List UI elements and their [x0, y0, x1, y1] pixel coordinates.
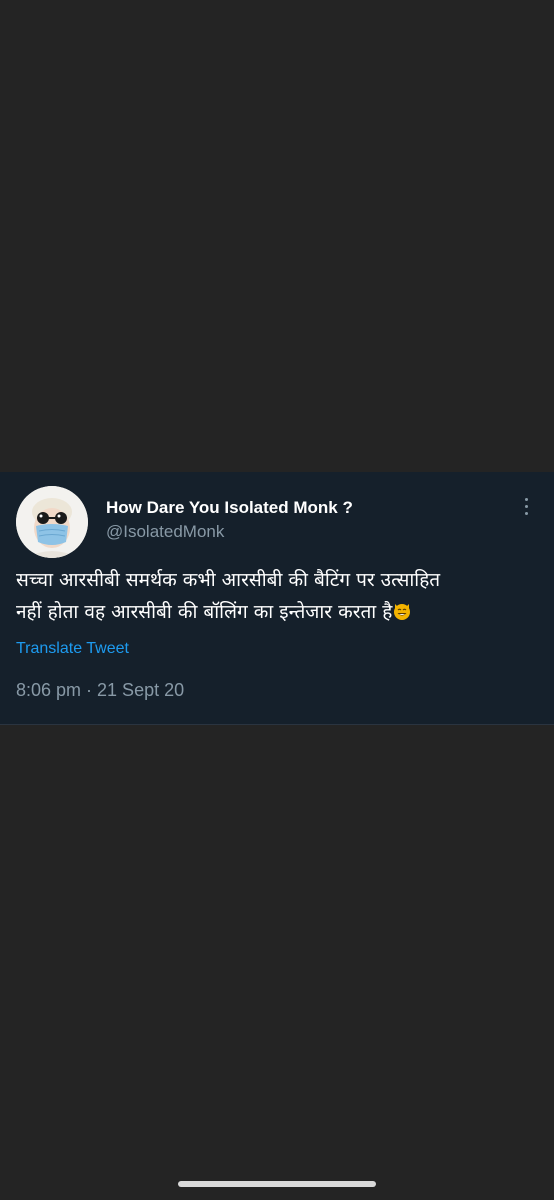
translate-tweet-link[interactable]: Translate Tweet	[16, 640, 129, 658]
user-handle[interactable]: @IsolatedMonk	[106, 522, 224, 542]
screen: How Dare You Isolated Monk ? @IsolatedMo…	[0, 0, 554, 1200]
home-indicator[interactable]	[178, 1181, 376, 1187]
tweet-text: सच्चा आरसीबी समर्थक कभी आरसीबी की बैटिंग…	[16, 564, 536, 628]
tweet-card[interactable]: How Dare You Isolated Monk ? @IsolatedMo…	[0, 472, 554, 725]
more-vertical-icon	[524, 498, 528, 501]
tweet-timestamp[interactable]: 8:06 pm · 21 Sept 20	[16, 680, 184, 701]
avatar[interactable]	[16, 486, 88, 558]
avatar-image	[16, 486, 88, 558]
grinning-cat-emoji-icon	[392, 599, 412, 620]
tweet-text-line-content: नहीं होता वह आरसीबी की बॉलिंग का इन्तेजा…	[16, 601, 393, 623]
more-options-button[interactable]	[518, 498, 534, 518]
display-name[interactable]: How Dare You Isolated Monk ?	[106, 498, 353, 518]
tweet-text-line: नहीं होता वह आरसीबी की बॉलिंग का इन्तेजा…	[16, 596, 536, 628]
tweet-text-line: सच्चा आरसीबी समर्थक कभी आरसीबी की बैटिंग…	[16, 569, 441, 591]
